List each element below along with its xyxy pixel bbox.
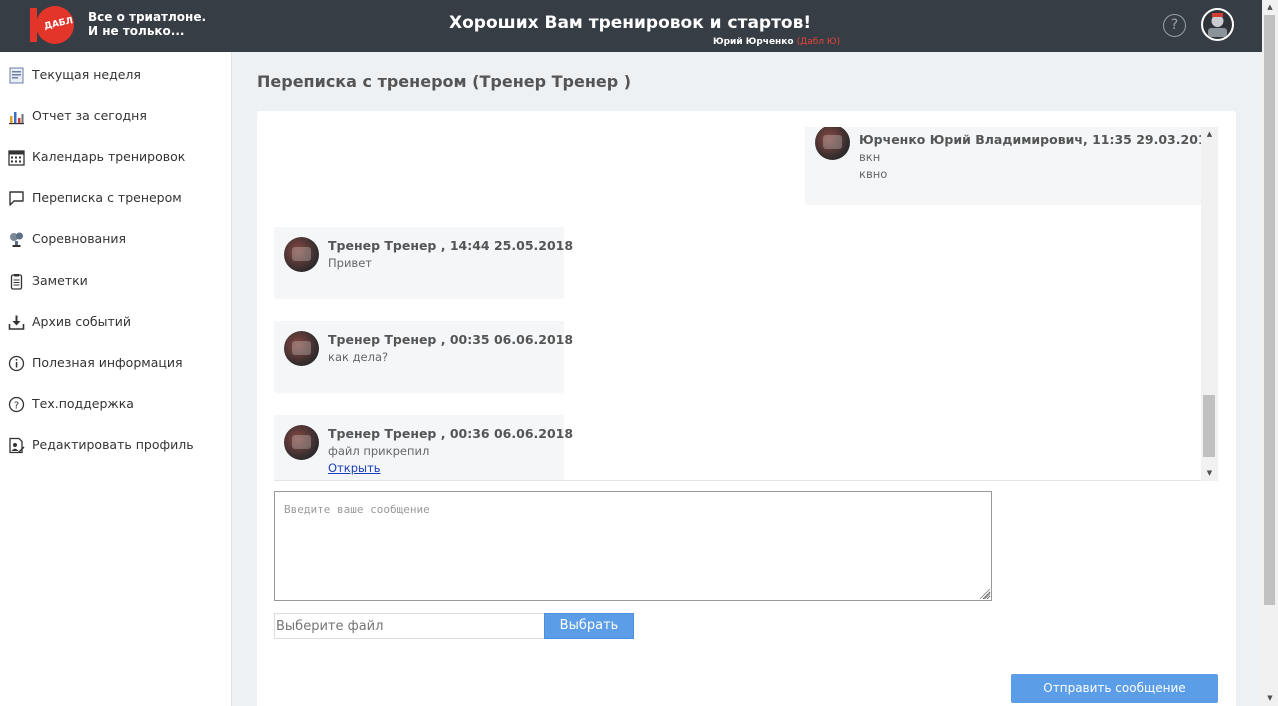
message-attachment: Открыть xyxy=(328,461,381,475)
sidebar-item-notes[interactable]: Заметки xyxy=(0,266,232,296)
message-text: вкн xyxy=(859,150,881,164)
sidebar-item-edit-profile[interactable]: Редактировать профиль xyxy=(0,430,232,460)
trophy-icon xyxy=(10,232,23,247)
message-item: Тренер Тренер , 00:36 06.06.2018 файл пр… xyxy=(274,415,573,480)
tagline: Все о триатлоне. И не только... xyxy=(88,10,228,38)
sidebar-item-label: Заметки xyxy=(32,273,88,288)
sidebar-item-label: Редактировать профиль xyxy=(32,437,194,452)
sidebar-item-useful-info[interactable]: Полезная информация xyxy=(0,348,232,378)
message-item: Тренер Тренер , 00:35 06.06.2018 как дел… xyxy=(274,321,573,392)
notepad-icon xyxy=(10,274,23,290)
svg-text:?: ? xyxy=(14,400,19,411)
logo[interactable]: ДАБЛ xyxy=(30,6,76,44)
sidebar-item-competitions[interactable]: Соревнования xyxy=(0,224,232,254)
sidebar-item-current-week[interactable]: Текущая неделя xyxy=(0,60,232,90)
sidebar-item-label: Текущая неделя xyxy=(32,67,141,82)
avatar xyxy=(284,237,319,272)
scroll-up-arrow-icon[interactable]: ▲ xyxy=(1201,127,1218,142)
chat-scrollbar[interactable]: ▲ ▼ xyxy=(1201,127,1218,481)
message-item-own: Юрченко Юрий Владимирович, 11:35 29.03.2… xyxy=(805,127,1215,204)
sidebar-item-today-report[interactable]: Отчет за сегодня xyxy=(0,101,232,131)
sidebar-item-label: Календарь тренировок xyxy=(32,149,186,164)
user-club: (Дабл Ю) xyxy=(796,37,841,47)
sidebar-item-label: Архив событий xyxy=(32,314,131,329)
file-name-field[interactable] xyxy=(274,613,544,639)
resize-grip-icon[interactable] xyxy=(980,589,990,599)
sidebar: Текущая неделя Отчет за сегодня Календар… xyxy=(0,52,232,706)
message-author: Юрченко Юрий Владимирович, 11:35 29.03.2… xyxy=(859,132,1216,147)
message-author: Тренер Тренер , 00:35 06.06.2018 xyxy=(328,332,574,347)
window-scrollbar[interactable]: ▲ ▼ xyxy=(1262,0,1278,706)
tagline-line-2: И не только... xyxy=(88,24,185,38)
top-header: ДАБЛ Все о триатлоне. И не только... Хор… xyxy=(0,0,1262,52)
calendar-icon xyxy=(8,150,25,166)
message-text: Привет xyxy=(328,256,372,270)
message-text: квно xyxy=(859,167,888,181)
window-scroll-down-icon[interactable]: ▼ xyxy=(1262,691,1278,706)
sidebar-item-label: Тех.поддержка xyxy=(32,396,134,411)
scroll-down-arrow-icon[interactable]: ▼ xyxy=(1201,466,1218,481)
sidebar-item-coach-chat[interactable]: Переписка с тренером xyxy=(0,183,232,213)
open-attachment-link[interactable]: Открыть xyxy=(328,461,381,475)
edit-profile-icon xyxy=(9,437,25,454)
page-title: Переписка с тренером (Тренер Тренер ) xyxy=(257,72,632,91)
choose-file-button[interactable]: Выбрать xyxy=(544,613,634,639)
bar-chart-icon xyxy=(9,112,24,125)
sidebar-item-label: Соревнования xyxy=(32,231,127,246)
tagline-line-1: Все о триатлоне. xyxy=(88,10,207,24)
message-text: файл прикрепил xyxy=(328,444,430,458)
sidebar-item-label: Полезная информация xyxy=(32,355,183,370)
sidebar-item-label: Переписка с тренером xyxy=(32,190,182,205)
help-icon: ? xyxy=(8,396,25,413)
header-user: Юрий Юрченко (Дабл Ю) xyxy=(713,37,840,47)
sidebar-item-support[interactable]: ? Тех.поддержка xyxy=(0,389,232,419)
avatar xyxy=(284,331,319,366)
avatar xyxy=(815,127,850,160)
message-list[interactable]: Юрченко Юрий Владимирович, 11:35 29.03.2… xyxy=(274,127,1218,481)
avatar-photo-icon xyxy=(1203,10,1232,39)
message-item: Тренер Тренер , 14:44 25.05.2018 Привет xyxy=(274,227,573,298)
sidebar-item-archive[interactable]: Архив событий xyxy=(0,307,232,337)
header-title: Хороших Вам тренировок и стартов! xyxy=(449,13,812,33)
sidebar-item-calendar[interactable]: Календарь тренировок xyxy=(0,142,232,172)
user-name: Юрий Юрченко xyxy=(713,37,794,47)
message-author: Тренер Тренер , 14:44 25.05.2018 xyxy=(328,238,574,253)
help-icon[interactable]: ? xyxy=(1163,14,1186,37)
message-author: Тренер Тренер , 00:36 06.06.2018 xyxy=(328,426,574,441)
window-scroll-thumb[interactable] xyxy=(1264,15,1275,605)
user-avatar[interactable] xyxy=(1201,8,1234,41)
message-input[interactable] xyxy=(274,491,992,601)
sidebar-item-label: Отчет за сегодня xyxy=(32,108,147,123)
avatar xyxy=(284,425,319,460)
chat-bubble-icon xyxy=(9,191,24,206)
send-message-button[interactable]: Отправить сообщение xyxy=(1011,674,1218,703)
chat-scroll-thumb[interactable] xyxy=(1203,395,1215,457)
info-icon xyxy=(8,355,25,372)
message-text: как дела? xyxy=(328,350,389,364)
week-report-icon xyxy=(9,67,24,84)
archive-download-icon xyxy=(8,315,25,330)
window-scroll-up-icon[interactable]: ▲ xyxy=(1262,0,1278,15)
